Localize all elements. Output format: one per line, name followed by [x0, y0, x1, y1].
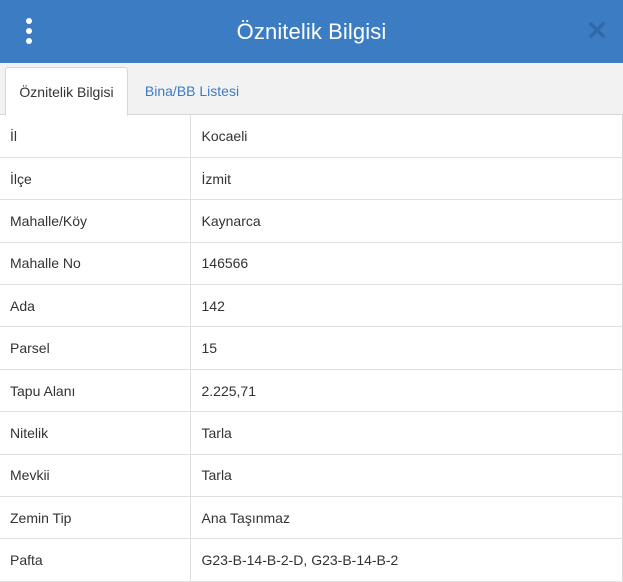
row-key: Nitelik	[0, 411, 191, 455]
row-key: Mahalle No	[0, 242, 191, 286]
panel-title: Öznitelik Bilgisi	[236, 18, 387, 44]
attribute-table: İl Kocaeli İlçe İzmit Mahalle/Köy Kaynar…	[0, 115, 623, 582]
table-row: Ada 142	[0, 284, 623, 328]
row-value: 2.225,71	[190, 369, 623, 413]
row-value: İzmit	[190, 157, 623, 201]
table-row: Zemin Tip Ana Taşınmaz	[0, 496, 623, 540]
table-row: İlçe İzmit	[0, 157, 623, 201]
table-row: İl Kocaeli	[0, 115, 623, 158]
tab-oznitelik-bilgisi[interactable]: Öznitelik Bilgisi	[5, 67, 128, 116]
close-icon[interactable]	[588, 21, 606, 39]
row-value: Kaynarca	[190, 199, 623, 243]
table-row: Nitelik Tarla	[0, 411, 623, 455]
row-value: Kocaeli	[190, 115, 623, 158]
row-value: G23-B-14-B-2-D, G23-B-14-B-2	[190, 538, 623, 582]
tab-bina-bb-listesi[interactable]: Bina/BB Listesi	[131, 67, 253, 115]
row-key: Tapu Alanı	[0, 369, 191, 413]
row-value: 15	[190, 326, 623, 370]
row-key: Zemin Tip	[0, 496, 191, 540]
table-row: Mahalle No 146566	[0, 242, 623, 286]
row-key: Parsel	[0, 326, 191, 370]
row-key: Mahalle/Köy	[0, 199, 191, 243]
tab-bar: Öznitelik Bilgisi Bina/BB Listesi	[0, 63, 623, 116]
row-key: Ada	[0, 284, 191, 328]
row-value: 146566	[190, 242, 623, 286]
table-row: Tapu Alanı 2.225,71	[0, 369, 623, 413]
row-value: Ana Taşınmaz	[190, 496, 623, 540]
row-key: Pafta	[0, 538, 191, 582]
table-row: Mahalle/Köy Kaynarca	[0, 199, 623, 243]
panel-header: Öznitelik Bilgisi	[0, 0, 623, 63]
table-row: Pafta G23-B-14-B-2-D, G23-B-14-B-2	[0, 538, 623, 582]
table-row: Mevkii Tarla	[0, 454, 623, 498]
row-value: 142	[190, 284, 623, 328]
row-key: Mevkii	[0, 454, 191, 498]
row-value: Tarla	[190, 454, 623, 498]
row-key: İlçe	[0, 157, 191, 201]
attribute-panel: Öznitelik Bilgisi Öznitelik Bilgisi Bina…	[0, 0, 623, 582]
vertical-dots-icon[interactable]	[22, 18, 36, 44]
row-key: İl	[0, 115, 191, 158]
row-value: Tarla	[190, 411, 623, 455]
table-row: Parsel 15	[0, 326, 623, 370]
